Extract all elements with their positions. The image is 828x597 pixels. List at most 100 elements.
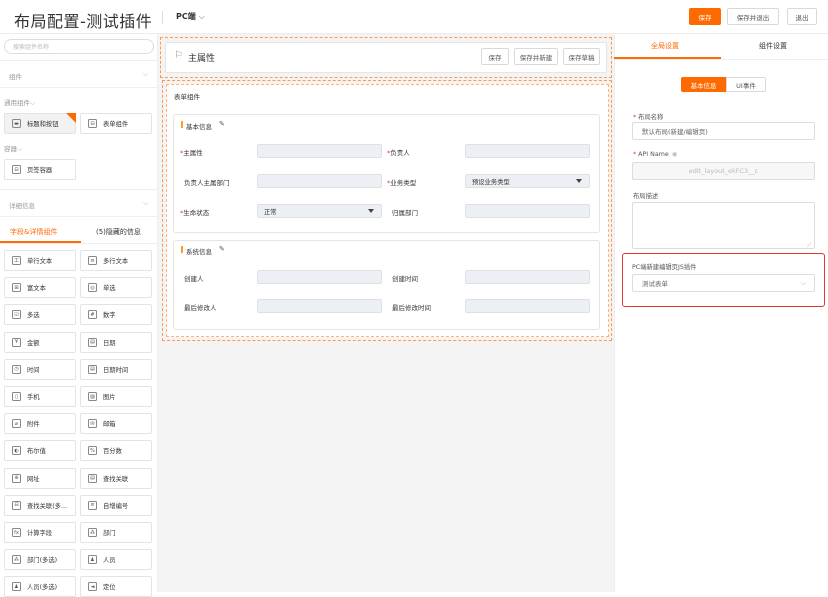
tile-form-component[interactable]: ⊟ 表单组件 bbox=[80, 113, 152, 134]
field-tile[interactable]: ♟ 人员(多选) bbox=[4, 576, 76, 597]
lookup-multi-icon: ⊟ bbox=[12, 500, 21, 510]
field-tile[interactable]: ☑ 多选 bbox=[4, 304, 76, 326]
field-input-dept[interactable] bbox=[465, 204, 590, 218]
field-tile[interactable]: ⌀ 附件 bbox=[4, 413, 76, 435]
field-tile[interactable]: ⊕ 网址 bbox=[4, 467, 76, 489]
field-tile[interactable]: ◄ 定位 bbox=[80, 576, 152, 597]
field-tile[interactable]: ⊞ 富文本 bbox=[4, 277, 76, 299]
autonumber-icon: ≡ bbox=[88, 500, 97, 510]
api-name-input[interactable]: edit_layout_ekFC3__c bbox=[632, 162, 815, 180]
multiline-icon: ≡ bbox=[88, 256, 97, 265]
tab-hidden-info[interactable]: (5)隐藏的信息 bbox=[96, 227, 141, 237]
field-label-owner-dept: 负责人主属部门 bbox=[184, 179, 230, 187]
caret-down-icon bbox=[576, 179, 582, 183]
field-tile[interactable]: % 百分数 bbox=[80, 440, 152, 462]
tab-fields[interactable]: 字段&详情组件 bbox=[10, 227, 57, 237]
field-tile[interactable]: ✉ 邮箱 bbox=[80, 413, 152, 435]
field-tile[interactable]: ◷ 时间 bbox=[4, 358, 76, 380]
field-tile-label: 百分数 bbox=[103, 448, 122, 456]
device-switcher[interactable]: PC端 ⌵ bbox=[176, 11, 205, 22]
field-tile-label: 数字 bbox=[103, 312, 116, 320]
plugin-select[interactable]: 测试表单 ⌵ bbox=[632, 274, 815, 292]
field-tile-label: 时间 bbox=[27, 366, 40, 374]
field-tile-label: 布尔值 bbox=[27, 448, 46, 456]
field-label-biz-type: *业务类型 bbox=[387, 179, 417, 187]
exit-button[interactable]: 退出 bbox=[787, 8, 817, 25]
select-lifecycle[interactable]: 正常 bbox=[257, 204, 382, 218]
api-name-label: * API Name ◉ bbox=[633, 151, 678, 158]
tab-component-settings[interactable]: 组件设置 bbox=[759, 41, 787, 51]
attachment-icon: ⌀ bbox=[12, 419, 21, 429]
subtab-ui-events[interactable]: UI事件 bbox=[726, 77, 766, 92]
desc-textarea[interactable] bbox=[632, 202, 815, 249]
select-biz-type[interactable]: 预设业务类型 bbox=[465, 174, 590, 188]
field-tile[interactable]: ▤ 查找关联 bbox=[80, 467, 152, 489]
field-tile[interactable]: ⊟ 查找关联(多... bbox=[4, 494, 76, 516]
user-multi-icon: ♟ bbox=[12, 582, 21, 592]
field-input-created-time[interactable] bbox=[465, 270, 590, 284]
field-tile[interactable]: 工单行文本 bbox=[4, 250, 76, 271]
divider bbox=[0, 243, 158, 244]
field-tile-label: 金额 bbox=[27, 339, 40, 347]
layout-name-input[interactable]: 默认布局(新建/编辑页) bbox=[632, 122, 815, 140]
formula-icon: fx bbox=[12, 528, 21, 537]
field-tile[interactable]: ◐ 布尔值 bbox=[4, 440, 76, 462]
record-save-draft-button[interactable]: 保存草稿 bbox=[563, 48, 600, 65]
field-input-owner-dept[interactable] bbox=[257, 174, 382, 188]
richtext-icon: ⊞ bbox=[12, 283, 21, 293]
field-input-creator[interactable] bbox=[257, 270, 382, 284]
record-save-new-button[interactable]: 保存并新建 bbox=[514, 48, 558, 65]
form-icon: ⊟ bbox=[88, 119, 97, 128]
field-tile-label: 图片 bbox=[103, 394, 116, 401]
field-tile[interactable]: fx 计算字段 bbox=[4, 522, 76, 543]
field-tile[interactable]: ▨ 图片 bbox=[80, 386, 152, 407]
field-tile-label: 富文本 bbox=[27, 285, 46, 293]
resize-handle-icon[interactable]: ⟋ bbox=[807, 242, 811, 250]
save-exit-button[interactable]: 保存并退出 bbox=[727, 8, 779, 25]
field-tile-label: 定位 bbox=[103, 584, 116, 592]
group-container-label: 容器⌵ bbox=[4, 145, 23, 153]
chevron-down-icon[interactable]: ⌵ bbox=[143, 199, 148, 208]
tile-tab-container[interactable]: ⊟ 页签容器 bbox=[4, 159, 76, 180]
field-tile[interactable]: ▤ 日期时间 bbox=[80, 358, 152, 380]
field-label-dept: 归属部门 bbox=[392, 209, 418, 217]
chevron-down-icon[interactable]: ⌵ bbox=[143, 70, 148, 79]
currency-icon: ¥ bbox=[12, 337, 21, 347]
field-tile[interactable]: ⁂ 部门(多选) bbox=[4, 549, 76, 571]
field-input-modifier[interactable] bbox=[257, 299, 382, 313]
record-save-button[interactable]: 保存 bbox=[481, 48, 509, 65]
field-tile-label: 日期 bbox=[103, 339, 116, 347]
field-tile-label: 计算字段 bbox=[27, 530, 53, 537]
clock-icon: ◷ bbox=[12, 364, 21, 374]
field-tile[interactable]: # 数字 bbox=[80, 304, 152, 326]
system-info-section[interactable] bbox=[173, 240, 600, 330]
field-input-owner[interactable] bbox=[465, 144, 590, 158]
field-tile[interactable]: ♟ 人员 bbox=[80, 549, 152, 571]
field-input-modified-time[interactable] bbox=[465, 299, 590, 313]
field-tile[interactable]: ≡ 多行文本 bbox=[80, 250, 152, 271]
edit-icon[interactable]: ✎ bbox=[219, 245, 225, 253]
field-tile[interactable]: ▯ 手机 bbox=[4, 386, 76, 407]
field-tile[interactable]: ▤ 日期 bbox=[80, 331, 152, 353]
field-tile-label: 人员(多选) bbox=[27, 584, 58, 592]
field-input-main[interactable] bbox=[257, 144, 382, 158]
field-tile[interactable]: ≡ 自增编号 bbox=[80, 494, 152, 516]
search-input[interactable]: 搜索组件名称 bbox=[4, 39, 154, 54]
tab-global-settings[interactable]: 全局设置 bbox=[651, 41, 679, 51]
field-tile[interactable]: ¥ 金额 bbox=[4, 331, 76, 353]
field-tile[interactable]: ⁂ 部门 bbox=[80, 522, 152, 543]
section-detail[interactable]: 详细信息 bbox=[9, 200, 35, 210]
field-tile-label: 人员 bbox=[103, 557, 116, 565]
section-component[interactable]: 组件 bbox=[9, 71, 22, 81]
edit-icon[interactable]: ✎ bbox=[219, 120, 225, 128]
chevron-down-icon: ⌵ bbox=[800, 279, 806, 287]
boolean-icon: ◐ bbox=[12, 446, 21, 456]
field-tile[interactable]: ◎ 单选 bbox=[80, 277, 152, 299]
department-multi-icon: ⁂ bbox=[12, 555, 21, 565]
divider bbox=[162, 11, 163, 24]
subtab-basic-info[interactable]: 基本信息 bbox=[681, 77, 726, 92]
phone-icon: ▯ bbox=[12, 392, 21, 401]
save-button[interactable]: 保存 bbox=[689, 8, 721, 25]
field-tile-label: 单选 bbox=[103, 285, 116, 293]
help-icon: ◉ bbox=[671, 151, 678, 158]
